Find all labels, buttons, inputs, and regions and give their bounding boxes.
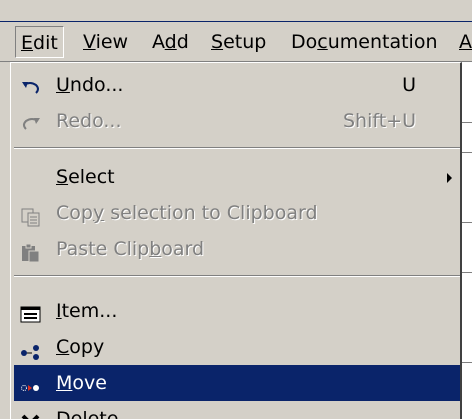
delete-x-icon: [20, 409, 42, 419]
menu-view[interactable]: View: [78, 26, 133, 58]
menu-item-undo[interactable]: Undo... U: [14, 67, 460, 103]
menu-bar: Edit View Add Setup Documentation A: [0, 22, 472, 62]
copy-dots-icon: [20, 337, 42, 360]
delete-label: Delete: [56, 408, 119, 419]
undo-shortcut: U: [402, 74, 416, 96]
menu-item-redo[interactable]: Redo... Shift+U: [14, 103, 460, 139]
menu-add[interactable]: Add: [147, 26, 194, 58]
redo-label: Redo...: [56, 110, 122, 132]
submenu-arrow-icon: [447, 173, 452, 183]
redo-shortcut: Shift+U: [342, 110, 416, 132]
window-titlebar: [0, 0, 472, 22]
move-label: Move: [56, 372, 107, 394]
menu-setup[interactable]: Setup: [206, 26, 271, 58]
redo-arrow-icon: [20, 111, 42, 131]
menu-next-partial[interactable]: A: [454, 26, 472, 58]
menu-item-copy[interactable]: Copy: [14, 329, 460, 365]
edit-menu-dropdown: Undo... U Redo... Shift+U Select Copy se…: [10, 62, 462, 419]
copy-label: Copy: [56, 336, 105, 358]
item-label: Item...: [56, 300, 118, 322]
menu-item-item[interactable]: Item...: [14, 293, 460, 329]
paste-icon: [20, 239, 42, 263]
menu-item-paste-clipboard[interactable]: Paste Clipboard: [14, 231, 460, 267]
menu-item-select[interactable]: Select: [14, 159, 460, 195]
menu-item-move[interactable]: Move: [14, 365, 460, 401]
menu-separator: [14, 147, 460, 149]
menu-item-copy-to-clipboard[interactable]: Copy selection to Clipboard: [14, 195, 460, 231]
menu-separator: [14, 275, 460, 277]
paste-clipboard-label: Paste Clipboard: [56, 238, 205, 260]
item-form-icon: [20, 301, 42, 323]
menu-edit[interactable]: Edit: [15, 26, 64, 58]
move-dots-icon: [20, 373, 42, 393]
background-window-right: [462, 62, 472, 419]
select-label: Select: [56, 166, 115, 188]
copy-icon: [20, 203, 42, 227]
menu-documentation[interactable]: Documentation: [286, 26, 443, 58]
copy-to-clipboard-label: Copy selection to Clipboard: [56, 202, 318, 224]
undo-label: Undo...: [56, 74, 124, 96]
background-window-left: [0, 62, 10, 419]
undo-arrow-icon: [20, 75, 42, 95]
menu-item-delete[interactable]: Delete: [14, 401, 460, 419]
